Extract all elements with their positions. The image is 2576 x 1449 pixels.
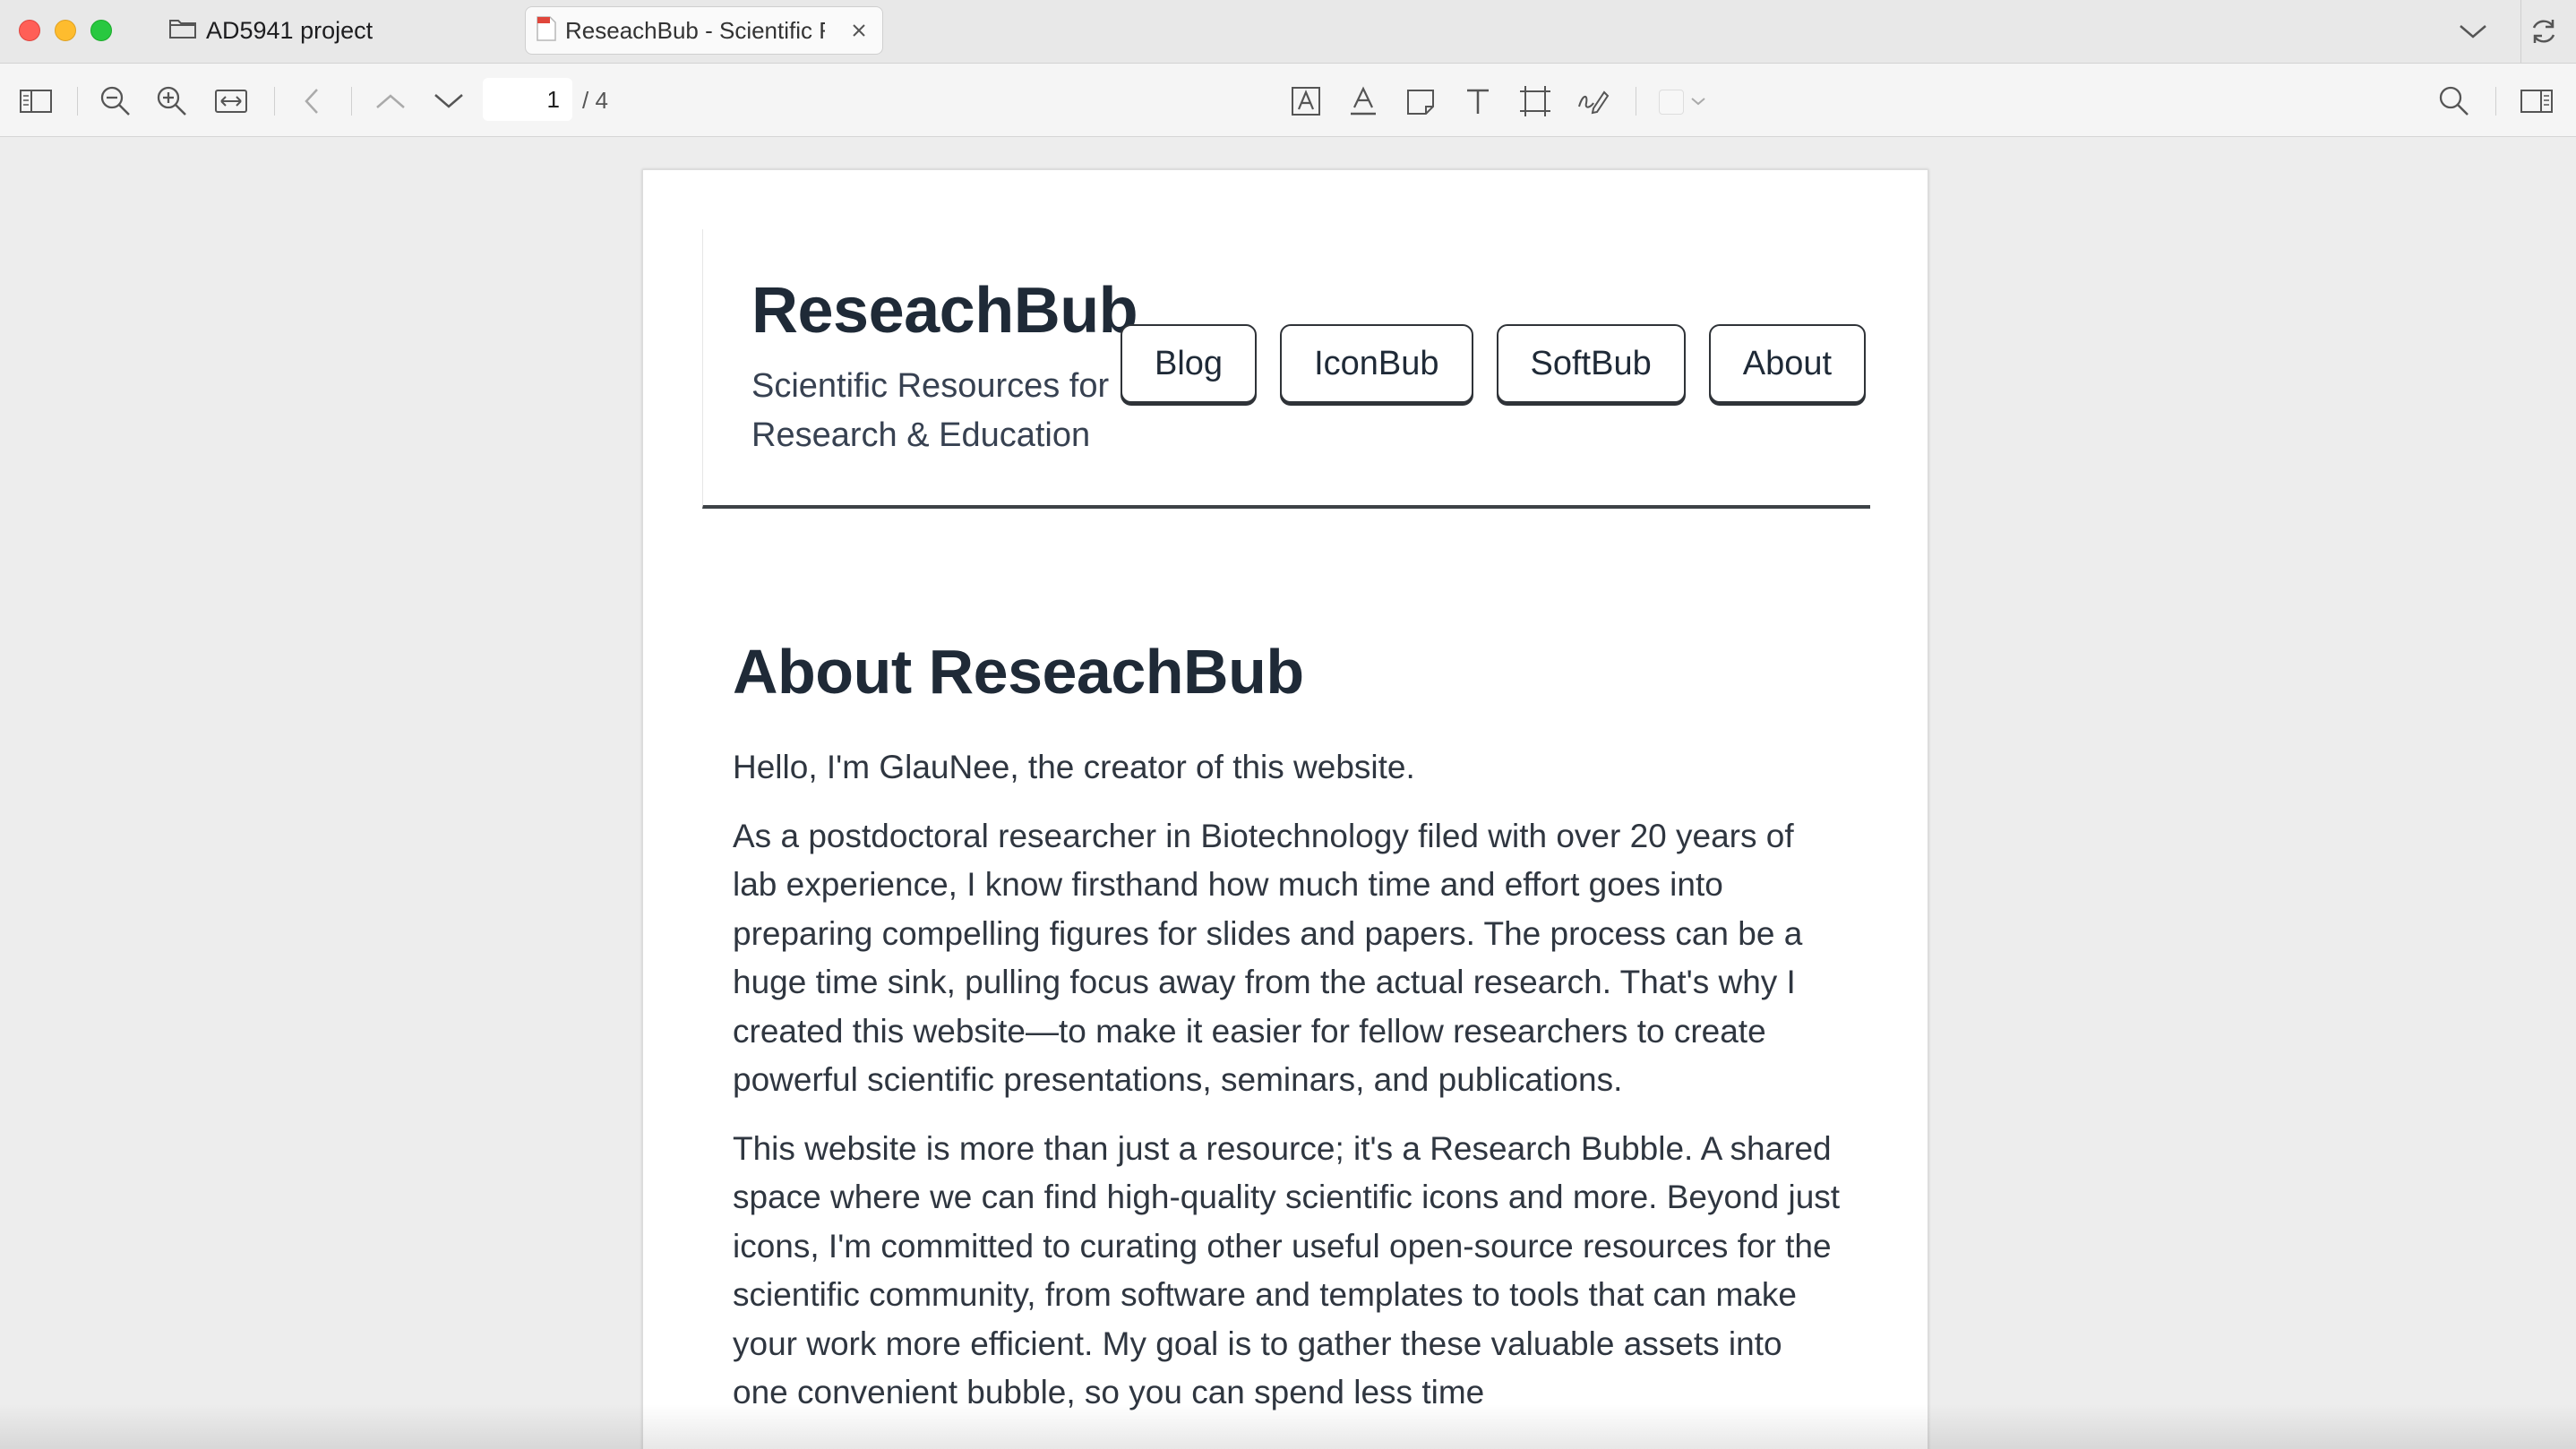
minimize-window-button[interactable] xyxy=(55,20,76,41)
nav-iconbub-button[interactable]: IconBub xyxy=(1280,324,1473,403)
close-window-button[interactable] xyxy=(19,20,40,41)
folder-icon xyxy=(168,16,206,46)
color-swatch[interactable] xyxy=(1659,90,1684,115)
refresh-icon[interactable] xyxy=(2528,13,2560,50)
nav-about-button[interactable]: About xyxy=(1708,324,1867,403)
select-area-icon[interactable] xyxy=(1516,81,1555,121)
tab-label: ReseachBub - Scientific Resources for Re… xyxy=(565,16,825,44)
zoom-in-icon[interactable] xyxy=(152,81,192,121)
tab-label: AD5941 project xyxy=(206,16,374,44)
back-icon[interactable] xyxy=(292,81,331,121)
site-tagline: Scientific Resources for Research & Educ… xyxy=(751,367,1110,454)
next-page-icon[interactable] xyxy=(429,81,468,121)
article-paragraph: As a postdoctoral researcher in Biotechn… xyxy=(733,817,1803,1099)
tab-list-chevron-icon[interactable] xyxy=(2458,13,2488,50)
right-sidebar-toggle-icon[interactable] xyxy=(2517,81,2556,121)
article-intro: Hello, I'm GlauNee, the creator of this … xyxy=(733,749,1415,785)
previous-page-icon[interactable] xyxy=(371,81,410,121)
page-number-input[interactable] xyxy=(483,78,572,121)
search-icon[interactable] xyxy=(2434,81,2474,121)
pdf-page: ReseachBub Scientific Resources for Rese… xyxy=(642,169,1928,1449)
article-heading: About ReseachBub xyxy=(733,637,1304,707)
site-header: ReseachBub Scientific Resources for Rese… xyxy=(702,229,1870,509)
sidebar-toggle-icon[interactable] xyxy=(16,81,56,121)
nav-blog-button[interactable]: Blog xyxy=(1121,324,1258,403)
document-viewer[interactable]: ReseachBub Scientific Resources for Rese… xyxy=(0,137,2576,1449)
bottom-shadow xyxy=(0,1404,2576,1449)
pdf-file-icon xyxy=(537,15,556,46)
text-tool-icon[interactable] xyxy=(1458,81,1498,121)
article: About ReseachBub Hello, I'm GlauNee, the… xyxy=(733,636,1843,1418)
text-box-icon[interactable] xyxy=(1286,81,1326,121)
site-nav: Blog IconBub SoftBub About xyxy=(1121,324,1867,403)
zoom-out-icon[interactable] xyxy=(96,81,135,121)
window-tab-bar: AD5941 project ReseachBub - Scientific R… xyxy=(0,0,2576,64)
pdf-toolbar: / 4 xyxy=(0,64,2576,137)
color-dropdown-chevron-icon[interactable] xyxy=(1687,81,1709,121)
article-paragraph: This website is more than just a resourc… xyxy=(733,1129,1841,1411)
signature-icon[interactable] xyxy=(1573,81,1612,121)
close-tab-icon[interactable] xyxy=(846,18,872,43)
site-brand: ReseachBub xyxy=(751,275,1138,347)
tab-ad5941-project[interactable]: AD5941 project xyxy=(168,13,373,48)
fit-width-icon[interactable] xyxy=(211,81,251,121)
maximize-window-button[interactable] xyxy=(90,20,112,41)
highlight-text-icon[interactable] xyxy=(1344,81,1383,121)
tab-reseachbub-pdf[interactable]: ReseachBub - Scientific Resources for Re… xyxy=(525,6,883,55)
page-total-label: / 4 xyxy=(582,87,608,114)
nav-softbub-button[interactable]: SoftBub xyxy=(1496,324,1686,403)
note-icon[interactable] xyxy=(1401,81,1440,121)
